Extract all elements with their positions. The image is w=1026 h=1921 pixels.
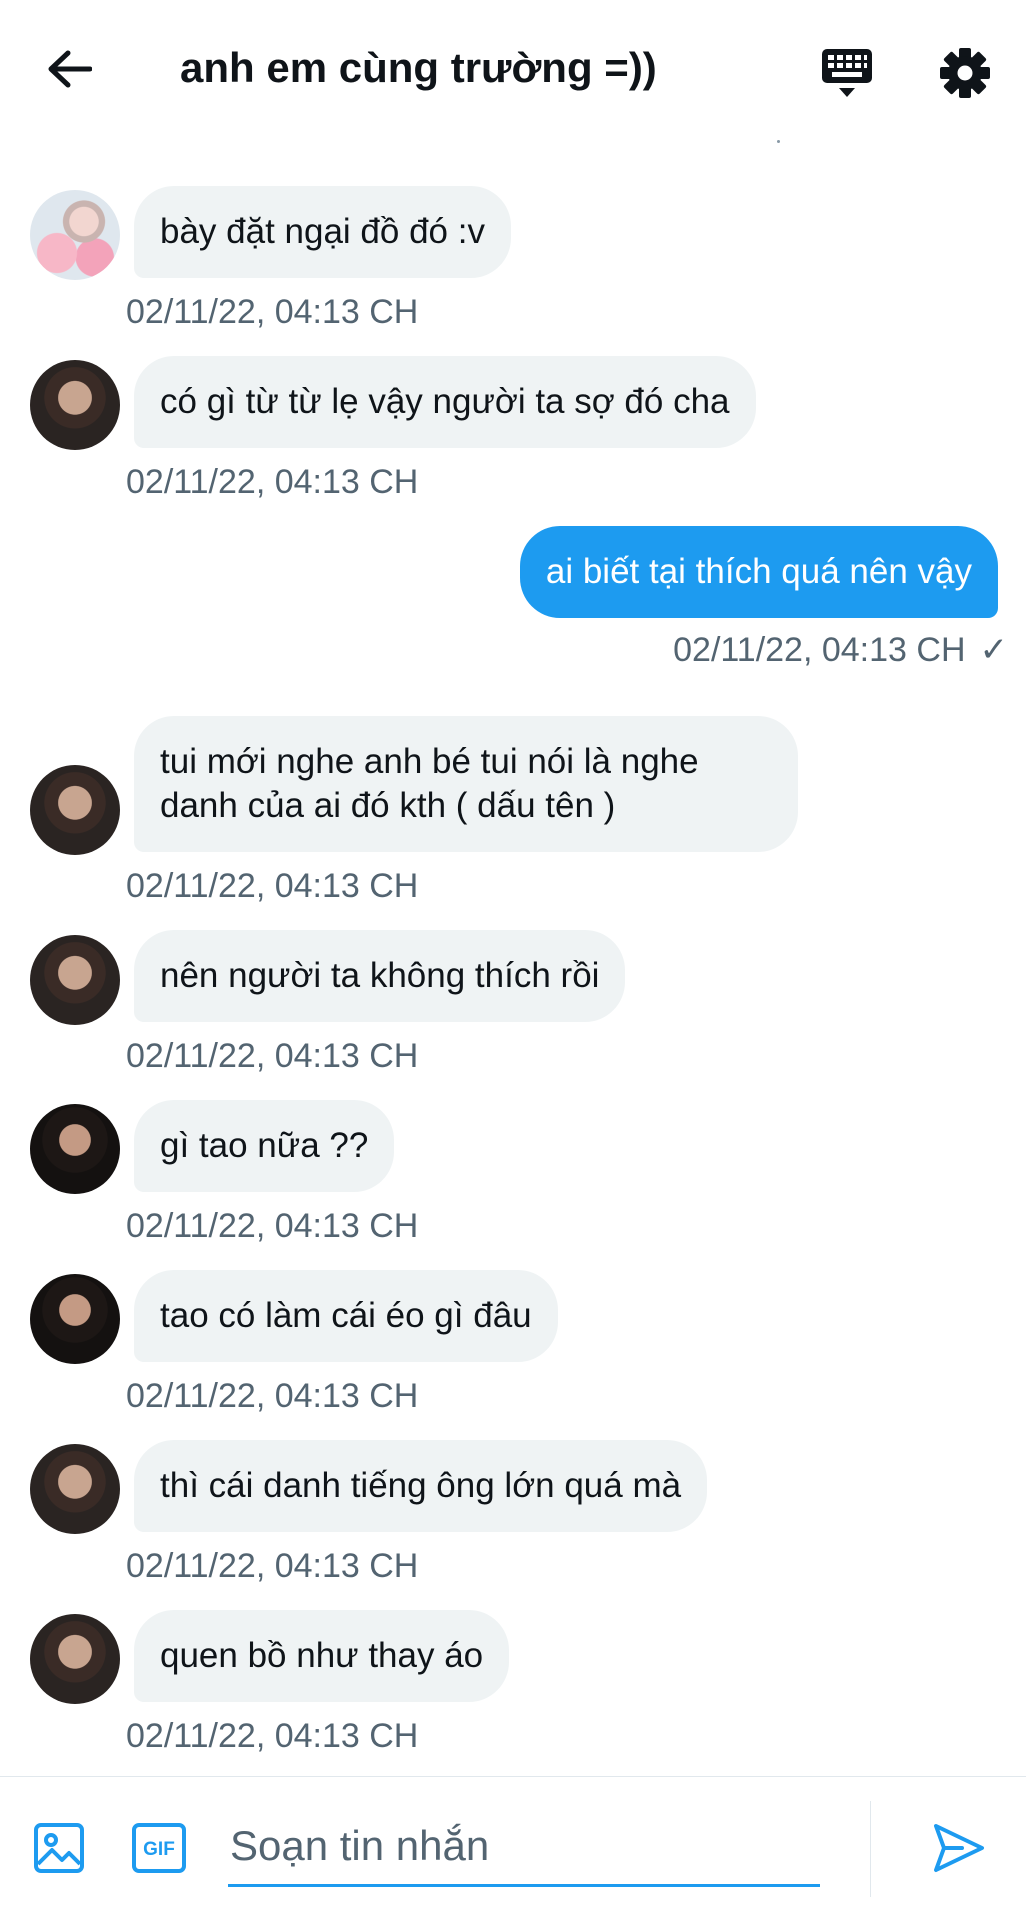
message-timestamp: 02/11/22, 04:13 CH bbox=[126, 1377, 419, 1415]
message-bubble-sent[interactable]: ai biết tại thích quá nên vậy bbox=[519, 526, 998, 618]
message-input[interactable] bbox=[228, 1807, 820, 1887]
composer-divider bbox=[870, 1801, 871, 1897]
avatar[interactable] bbox=[30, 1444, 120, 1534]
message-composer: GIF bbox=[0, 1776, 1026, 1921]
message-bubble[interactable]: tao có làm cái éo gì đâu bbox=[134, 1270, 558, 1362]
message-timestamp-sent: 02/11/22, 04:13 CH ✓ bbox=[673, 630, 1008, 670]
add-image-button[interactable] bbox=[30, 1819, 88, 1877]
message-timestamp: 02/11/22, 04:13 CH bbox=[126, 1547, 419, 1585]
message-timestamp: 02/11/22, 04:13 CH bbox=[126, 1717, 419, 1755]
message-bubble[interactable]: có gì từ từ lẹ vậy người ta sợ đó cha bbox=[134, 356, 756, 448]
message-timestamp: 02/11/22, 04:13 CH bbox=[126, 1207, 419, 1245]
message-bubble[interactable]: gì tao nữa ?? bbox=[134, 1100, 395, 1192]
message-bubble[interactable]: quen bồ như thay áo bbox=[134, 1610, 510, 1702]
add-gif-button[interactable]: GIF bbox=[130, 1819, 188, 1877]
avatar[interactable] bbox=[30, 190, 120, 280]
avatar[interactable] bbox=[30, 1274, 120, 1364]
message-bubble[interactable]: thì cái danh tiếng ông lớn quá mà bbox=[134, 1440, 708, 1532]
image-icon bbox=[34, 1823, 84, 1873]
send-icon bbox=[934, 1824, 984, 1872]
gif-icon: GIF bbox=[132, 1823, 186, 1873]
message-timestamp: 02/11/22, 04:13 CH bbox=[126, 293, 419, 331]
message-timestamp: 02/11/22, 04:13 CH bbox=[126, 1037, 419, 1075]
avatar[interactable] bbox=[30, 360, 120, 450]
timestamp-text: 02/11/22, 04:13 CH bbox=[673, 631, 966, 669]
avatar[interactable] bbox=[30, 935, 120, 1025]
message-list[interactable]: bày đặt ngại đồ đó :v 02/11/22, 04:13 CH… bbox=[0, 0, 1026, 1776]
avatar[interactable] bbox=[30, 1614, 120, 1704]
avatar[interactable] bbox=[30, 1104, 120, 1194]
message-bubble[interactable]: tui mới nghe anh bé tui nói là nghe danh… bbox=[134, 716, 798, 852]
message-bubble[interactable]: bày đặt ngại đồ đó :v bbox=[134, 186, 511, 278]
gif-label: GIF bbox=[143, 1839, 175, 1860]
message-bubble[interactable]: nên người ta không thích rồi bbox=[134, 930, 626, 1022]
message-timestamp: 02/11/22, 04:13 CH bbox=[126, 867, 419, 905]
avatar[interactable] bbox=[30, 765, 120, 855]
read-check-icon: ✓ bbox=[979, 631, 1009, 669]
message-timestamp: 02/11/22, 04:13 CH bbox=[126, 463, 419, 501]
send-button[interactable] bbox=[928, 1817, 990, 1879]
